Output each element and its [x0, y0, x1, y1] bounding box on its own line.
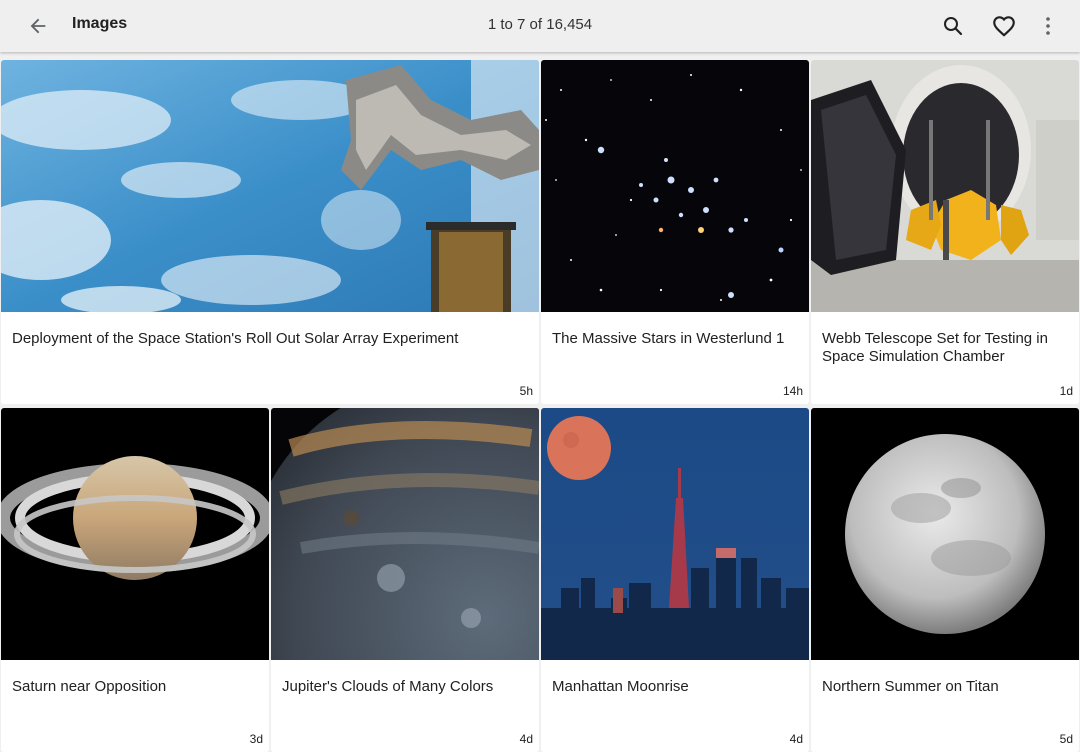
card-title: The Massive Stars in Westerlund 1	[552, 330, 785, 347]
result-counter: 1 to 7 of 16,454	[487, 16, 593, 33]
search-icon	[944, 17, 963, 36]
card-image	[541, 60, 809, 312]
back-arrow-icon	[30, 18, 46, 34]
card-age: 5d	[1059, 732, 1073, 746]
card-age: 1d	[1059, 384, 1073, 398]
card-age: 4d	[789, 732, 803, 746]
page-title: Images	[72, 15, 128, 32]
more-options-button[interactable]	[1032, 10, 1064, 42]
image-card[interactable]: Northern Summer on Titan 5d	[811, 408, 1079, 752]
card-title: Deployment of the Space Station's Roll O…	[12, 330, 459, 347]
card-age: 14h	[782, 384, 803, 398]
card-title: Jupiter's Clouds of Many Colors	[282, 678, 494, 695]
card-image	[541, 408, 809, 660]
image-card[interactable]: Manhattan Moonrise 4d	[541, 408, 809, 752]
image-card[interactable]: Saturn near Opposition 3d	[1, 408, 269, 752]
card-age: 5h	[519, 384, 533, 398]
more-vert-icon	[1046, 17, 1050, 35]
card-title: Saturn near Opposition	[12, 678, 167, 695]
image-card[interactable]: The Massive Stars in Westerlund 1 14h	[541, 60, 809, 404]
card-image	[1, 408, 269, 660]
card-age: 3d	[249, 732, 263, 746]
image-grid: Deployment of the Space Station's Roll O…	[0, 60, 1080, 752]
favorites-button[interactable]	[988, 10, 1020, 42]
card-title: Manhattan Moonrise	[552, 678, 689, 695]
image-card[interactable]: Deployment of the Space Station's Roll O…	[1, 60, 539, 404]
card-title: Northern Summer on Titan	[822, 678, 999, 695]
card-image	[811, 60, 1079, 312]
card-image	[811, 408, 1079, 660]
image-card[interactable]: Webb Telescope Set for Testing in Space …	[811, 60, 1079, 404]
app-bar: Images 1 to 7 of 16,454	[0, 0, 1080, 52]
search-button[interactable]	[937, 10, 969, 42]
back-button[interactable]	[22, 10, 54, 42]
card-age: 4d	[519, 732, 533, 746]
heart-icon	[993, 16, 1015, 37]
image-card[interactable]: Jupiter's Clouds of Many Colors 4d	[271, 408, 539, 752]
card-image	[271, 408, 539, 660]
card-image	[1, 60, 539, 312]
card-title: Webb Telescope Set for Testing in Space …	[822, 330, 1048, 365]
